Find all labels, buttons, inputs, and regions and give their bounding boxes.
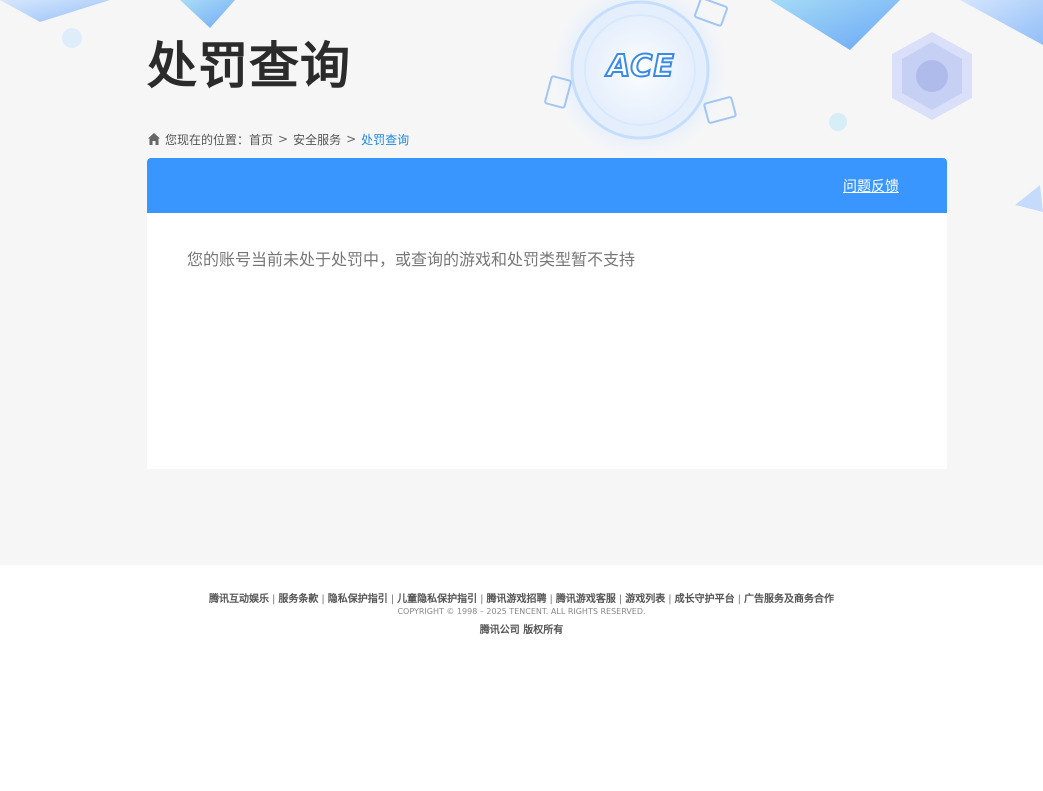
footer-divider: | [480,594,484,605]
home-icon [148,133,160,145]
breadcrumb-separator: > [346,132,357,146]
footer-links: 腾讯互动娱乐 | 服务条款 | 隐私保护指引 | 儿童隐私保护指引 | 腾讯游戏招聘 | 腾讯游戏客… [0,590,1043,605]
company-text: 腾讯公司 版权所有 [479,625,564,636]
footer-link-game-list[interactable]: 游戏列表 [625,594,665,605]
breadcrumb: 您现在的位置： 首页 > 安全服务 > 处罚查询 [147,130,409,148]
footer-link-terms[interactable]: 服务条款 [278,594,318,605]
footer-divider: | [321,594,325,605]
breadcrumb-home-link[interactable]: 首页 [249,131,273,148]
footer-divider: | [618,594,623,605]
copyright-text: COPYRIGHT © 1998 – 2025 TENCENT. ALL RIG… [397,607,646,616]
footer-link-growth-guard[interactable]: 成长守护平台 [675,594,735,605]
footer-divider: | [668,594,672,605]
footer-link-ads[interactable]: 广告服务及商务合作 [744,594,834,605]
breadcrumb-prefix: 您现在的位置： [165,132,250,147]
footer: 腾讯互动娱乐 | 服务条款 | 隐私保护指引 | 儿童隐私保护指引 | 腾讯游戏招聘 | 腾讯游戏客… [0,565,1043,791]
ace-logo-text: ACE [606,48,675,85]
ace-logo: ACE [598,46,684,86]
footer-link-privacy[interactable]: 隐私保护指引 [328,594,388,605]
footer-divider: | [549,594,553,605]
breadcrumb-security-link[interactable]: 安全服务 [293,131,341,148]
result-message: 您的账号当前未处于处罚中，或查询的游戏和处罚类型暂不支持 [187,250,636,269]
breadcrumb-current: 处罚查询 [361,132,410,147]
breadcrumb-separator: > [278,132,289,146]
feedback-link[interactable]: 问题反馈 [843,176,899,196]
result-panel: 问题反馈 您的账号当前未处于处罚中，或查询的游戏和处罚类型暂不支持 [147,158,947,469]
footer-divider: | [390,594,395,605]
footer-link-support[interactable]: 腾讯游戏客服 [556,594,616,605]
footer-divider: | [272,594,276,605]
page-title: 处罚查询 [147,37,351,95]
footer-link-tencent-games[interactable]: 腾讯互动娱乐 [209,594,269,605]
footer-divider: | [737,594,741,605]
header-area: ACE 处罚查询 您现在的位置： 首页 > 安全服务 > 处罚查询 问题反馈 您… [0,0,1043,565]
footer-link-child-privacy[interactable]: 儿童隐私保护指引 [397,594,477,605]
panel-header: 问题反馈 [147,158,947,213]
footer-link-jobs[interactable]: 腾讯游戏招聘 [487,594,547,605]
